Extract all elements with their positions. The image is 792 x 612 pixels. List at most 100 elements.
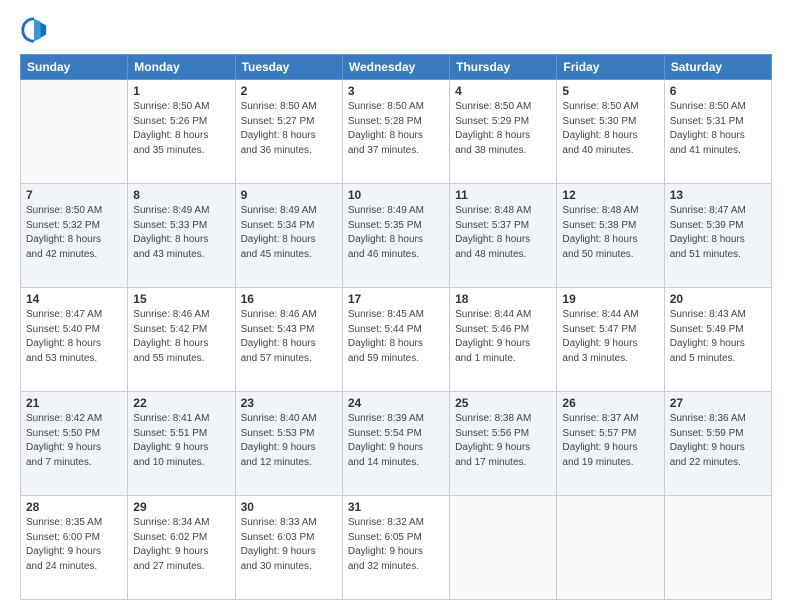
calendar-cell: 21 Sunrise: 8:42 AMSunset: 5:50 PMDayligh… [21, 392, 128, 496]
day-number: 28 [26, 500, 122, 514]
day-number: 21 [26, 396, 122, 410]
calendar-cell: 31Sunrise: 8:32 AMSunset: 6:05 PMDayligh… [342, 496, 449, 600]
day-number: 14 [26, 292, 122, 306]
day-info: Sunrise: 8:50 AMSunset: 5:32 PMDaylight:… [26, 204, 122, 262]
day-number: 8 [133, 188, 229, 202]
day-info: Sunrise: 8:47 AMSunset: 5:40 PMDaylight:… [26, 308, 122, 366]
calendar-cell: 15 Sunrise: 8:46 AMSunset: 5:42 PMDayligh… [128, 288, 235, 392]
day-number: 2 [241, 84, 337, 98]
day-number: 24 [348, 396, 444, 410]
day-info: Sunrise: 8:49 AMSunset: 5:35 PMDaylight:… [348, 204, 444, 262]
calendar-body: 1 Sunrise: 8:50 AMSunset: 5:26 PMDaylight… [21, 80, 772, 600]
day-number: 19 [562, 292, 658, 306]
day-number: 22 [133, 396, 229, 410]
day-number: 26 [562, 396, 658, 410]
weekday-friday: Friday [557, 55, 664, 80]
day-info: Sunrise: 8:38 AMSunset: 5:56 PMDaylight:… [455, 412, 551, 470]
day-number: 3 [348, 84, 444, 98]
day-info: Sunrise: 8:44 AMSunset: 5:47 PMDaylight:… [562, 308, 658, 366]
day-info: Sunrise: 8:43 AMSunset: 5:49 PMDaylight:… [670, 308, 766, 366]
day-info: Sunrise: 8:39 AMSunset: 5:54 PMDaylight:… [348, 412, 444, 470]
calendar-cell: 2 Sunrise: 8:50 AMSunset: 5:27 PMDaylight… [235, 80, 342, 184]
calendar-cell: 28 Sunrise: 8:35 AMSunset: 6:00 PMDayligh… [21, 496, 128, 600]
day-info: Sunrise: 8:50 AMSunset: 5:26 PMDaylight:… [133, 100, 229, 158]
calendar-cell: 26 Sunrise: 8:37 AMSunset: 5:57 PMDayligh… [557, 392, 664, 496]
calendar-cell: 4 Sunrise: 8:50 AMSunset: 5:29 PMDaylight… [450, 80, 557, 184]
day-info: Sunrise: 8:37 AMSunset: 5:57 PMDaylight:… [562, 412, 658, 470]
week-row-0: 1 Sunrise: 8:50 AMSunset: 5:26 PMDaylight… [21, 80, 772, 184]
logo-icon [20, 16, 48, 44]
weekday-thursday: Thursday [450, 55, 557, 80]
day-number: 9 [241, 188, 337, 202]
calendar-cell: 18Sunrise: 8:44 AMSunset: 5:46 PMDayligh… [450, 288, 557, 392]
calendar-cell: 1 Sunrise: 8:50 AMSunset: 5:26 PMDaylight… [128, 80, 235, 184]
day-info: Sunrise: 8:50 AMSunset: 5:31 PMDaylight:… [670, 100, 766, 158]
week-row-4: 28 Sunrise: 8:35 AMSunset: 6:00 PMDayligh… [21, 496, 772, 600]
day-info: Sunrise: 8:34 AMSunset: 6:02 PMDaylight:… [133, 516, 229, 574]
weekday-saturday: Saturday [664, 55, 771, 80]
weekday-sunday: Sunday [21, 55, 128, 80]
calendar-header: SundayMondayTuesdayWednesdayThursdayFrid… [21, 55, 772, 80]
calendar-cell [450, 496, 557, 600]
day-info: Sunrise: 8:50 AMSunset: 5:30 PMDaylight:… [562, 100, 658, 158]
day-info: Sunrise: 8:36 AMSunset: 5:59 PMDaylight:… [670, 412, 766, 470]
day-info: Sunrise: 8:33 AMSunset: 6:03 PMDaylight:… [241, 516, 337, 574]
day-number: 10 [348, 188, 444, 202]
calendar-cell: 8 Sunrise: 8:49 AMSunset: 5:33 PMDaylight… [128, 184, 235, 288]
day-number: 29 [133, 500, 229, 514]
week-row-2: 14 Sunrise: 8:47 AMSunset: 5:40 PMDayligh… [21, 288, 772, 392]
day-number: 31 [348, 500, 444, 514]
day-number: 4 [455, 84, 551, 98]
day-info: Sunrise: 8:40 AMSunset: 5:53 PMDaylight:… [241, 412, 337, 470]
day-number: 1 [133, 84, 229, 98]
day-info: Sunrise: 8:46 AMSunset: 5:42 PMDaylight:… [133, 308, 229, 366]
day-info: Sunrise: 8:48 AMSunset: 5:37 PMDaylight:… [455, 204, 551, 262]
calendar-cell: 17Sunrise: 8:45 AMSunset: 5:44 PMDayligh… [342, 288, 449, 392]
day-info: Sunrise: 8:35 AMSunset: 6:00 PMDaylight:… [26, 516, 122, 574]
calendar-cell: 7Sunrise: 8:50 AMSunset: 5:32 PMDaylight… [21, 184, 128, 288]
day-info: Sunrise: 8:46 AMSunset: 5:43 PMDaylight:… [241, 308, 337, 366]
weekday-wednesday: Wednesday [342, 55, 449, 80]
day-info: Sunrise: 8:50 AMSunset: 5:29 PMDaylight:… [455, 100, 551, 158]
logo [20, 16, 52, 44]
calendar-cell: 24 Sunrise: 8:39 AMSunset: 5:54 PMDayligh… [342, 392, 449, 496]
day-number: 17 [348, 292, 444, 306]
calendar-cell: 30 Sunrise: 8:33 AMSunset: 6:03 PMDayligh… [235, 496, 342, 600]
week-row-1: 7Sunrise: 8:50 AMSunset: 5:32 PMDaylight… [21, 184, 772, 288]
calendar-cell: 22 Sunrise: 8:41 AMSunset: 5:51 PMDayligh… [128, 392, 235, 496]
day-number: 23 [241, 396, 337, 410]
day-number: 15 [133, 292, 229, 306]
calendar-cell [21, 80, 128, 184]
day-number: 6 [670, 84, 766, 98]
day-info: Sunrise: 8:44 AMSunset: 5:46 PMDaylight:… [455, 308, 551, 366]
calendar-cell: 11Sunrise: 8:48 AMSunset: 5:37 PMDayligh… [450, 184, 557, 288]
day-number: 27 [670, 396, 766, 410]
day-number: 5 [562, 84, 658, 98]
day-number: 16 [241, 292, 337, 306]
weekday-tuesday: Tuesday [235, 55, 342, 80]
calendar-cell: 29 Sunrise: 8:34 AMSunset: 6:02 PMDayligh… [128, 496, 235, 600]
calendar-cell [557, 496, 664, 600]
day-number: 25 [455, 396, 551, 410]
calendar-cell: 5 Sunrise: 8:50 AMSunset: 5:30 PMDaylight… [557, 80, 664, 184]
calendar-cell: 16 Sunrise: 8:46 AMSunset: 5:43 PMDayligh… [235, 288, 342, 392]
calendar-cell: 27 Sunrise: 8:36 AMSunset: 5:59 PMDayligh… [664, 392, 771, 496]
day-info: Sunrise: 8:47 AMSunset: 5:39 PMDaylight:… [670, 204, 766, 262]
day-info: Sunrise: 8:50 AMSunset: 5:28 PMDaylight:… [348, 100, 444, 158]
day-number: 30 [241, 500, 337, 514]
weekday-monday: Monday [128, 55, 235, 80]
calendar-cell: 6 Sunrise: 8:50 AMSunset: 5:31 PMDaylight… [664, 80, 771, 184]
day-info: Sunrise: 8:50 AMSunset: 5:27 PMDaylight:… [241, 100, 337, 158]
day-info: Sunrise: 8:41 AMSunset: 5:51 PMDaylight:… [133, 412, 229, 470]
day-number: 20 [670, 292, 766, 306]
day-number: 13 [670, 188, 766, 202]
calendar-cell: 9Sunrise: 8:49 AMSunset: 5:34 PMDaylight… [235, 184, 342, 288]
calendar-cell: 19 Sunrise: 8:44 AMSunset: 5:47 PMDayligh… [557, 288, 664, 392]
day-info: Sunrise: 8:42 AMSunset: 5:50 PMDaylight:… [26, 412, 122, 470]
calendar-cell: 20 Sunrise: 8:43 AMSunset: 5:49 PMDayligh… [664, 288, 771, 392]
calendar-cell: 10 Sunrise: 8:49 AMSunset: 5:35 PMDayligh… [342, 184, 449, 288]
calendar-cell: 13 Sunrise: 8:47 AMSunset: 5:39 PMDayligh… [664, 184, 771, 288]
day-info: Sunrise: 8:48 AMSunset: 5:38 PMDaylight:… [562, 204, 658, 262]
day-info: Sunrise: 8:49 AMSunset: 5:33 PMDaylight:… [133, 204, 229, 262]
calendar: SundayMondayTuesdayWednesdayThursdayFrid… [20, 54, 772, 600]
